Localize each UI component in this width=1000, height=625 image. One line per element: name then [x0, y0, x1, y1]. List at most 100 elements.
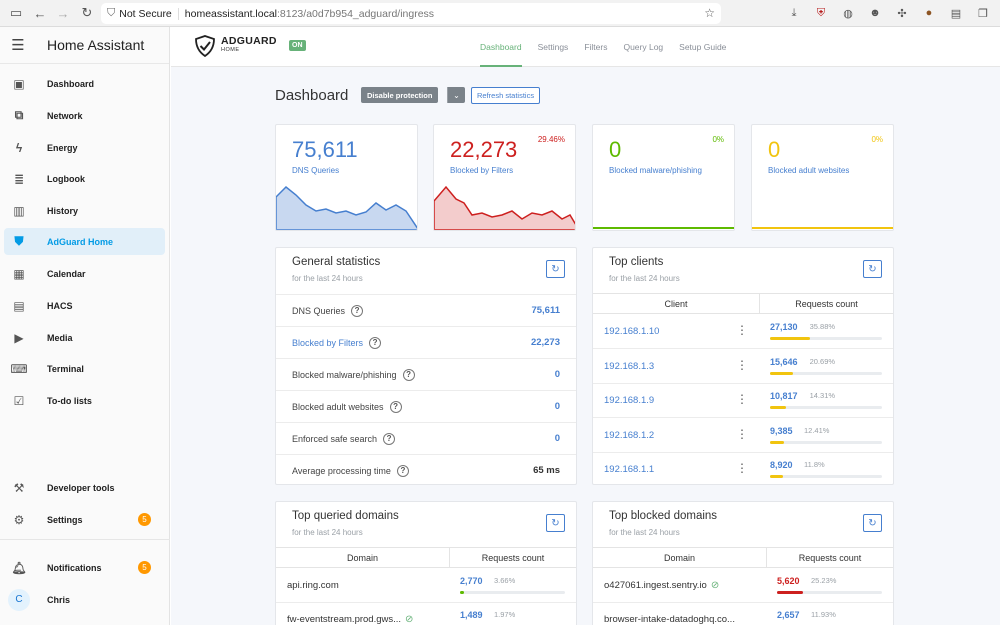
sidebar-item-dashboard[interactable]: ▣ Dashboard — [4, 70, 165, 97]
request-percent: 1.97% — [494, 610, 516, 619]
adguard-logo[interactable]: ADGUARD HOME — [195, 35, 277, 57]
request-count[interactable]: 9,385 — [770, 426, 793, 436]
puzzle-icon[interactable]: ✣ — [893, 4, 911, 22]
sidebar-item-calendar[interactable]: ▦ Calendar — [4, 260, 165, 287]
disable-protection-button[interactable]: Disable protection — [361, 87, 439, 103]
sidebar-item-media[interactable]: ▶ Media — [4, 324, 165, 351]
sidebar-toggle-icon[interactable]: ▭ — [5, 2, 27, 24]
url-text[interactable]: homeassistant.local:8123/a0d7b954_adguar… — [185, 8, 434, 20]
stat-row-value[interactable]: 22,273 — [531, 337, 560, 348]
request-count[interactable]: 10,817 — [770, 391, 798, 401]
progress-bar — [770, 337, 882, 340]
eye-slash-icon[interactable]: ⊘ — [711, 580, 719, 591]
sidebar-item-history[interactable]: ▥ History — [4, 197, 165, 224]
help-icon[interactable]: ? — [396, 464, 409, 477]
domain-text: browser-intake-datadoghq.co... — [604, 614, 735, 625]
refresh-statistics-button[interactable]: Refresh statistics — [471, 87, 541, 104]
request-count[interactable]: 8,920 — [770, 460, 793, 470]
more-options-icon[interactable]: ⋮ — [736, 427, 748, 441]
stat-row-value[interactable]: 0 — [555, 369, 560, 380]
more-options-icon[interactable]: ⋮ — [736, 323, 748, 337]
address-bar[interactable]: ⛉ Not Secure homeassistant.local:8123/a0… — [101, 3, 721, 24]
request-count[interactable]: 27,130 — [770, 322, 798, 332]
extension-cookie-icon[interactable]: ● — [920, 4, 938, 22]
tab-setup-guide[interactable]: Setup Guide — [679, 27, 726, 67]
client-ip-link[interactable]: 192.168.1.3 — [604, 361, 654, 372]
more-options-icon[interactable]: ⋮ — [736, 358, 748, 372]
more-options-icon[interactable]: ⋮ — [736, 461, 748, 475]
tab-dashboard[interactable]: Dashboard — [480, 27, 522, 67]
stat-row-label: Blocked adult websites? — [292, 400, 402, 413]
request-percent: 11.93% — [811, 610, 836, 619]
sidebar-item-settings[interactable]: ⚙ Settings 5 — [4, 506, 165, 533]
request-count[interactable]: 15,646 — [770, 357, 798, 367]
stat-card-blocked-filters: 22,273 Blocked by Filters 29.46% — [433, 124, 576, 231]
help-icon[interactable]: ? — [351, 304, 364, 317]
progress-bar — [770, 406, 882, 409]
stat-row: Blocked adult websites? 0 — [276, 390, 576, 422]
refresh-button[interactable]: ↻ — [546, 514, 565, 532]
copy-icon[interactable]: ❐ — [974, 4, 992, 22]
not-secure-label[interactable]: Not Secure — [119, 7, 179, 20]
tab-settings[interactable]: Settings — [538, 27, 569, 67]
request-percent: 14.31% — [809, 391, 836, 400]
download-icon[interactable]: ⤓ — [785, 4, 803, 22]
sidebar-item-todo[interactable]: ☑ To-do lists — [4, 387, 165, 414]
request-count[interactable]: 5,620 — [777, 576, 800, 586]
client-ip-link[interactable]: 192.168.1.2 — [604, 430, 654, 441]
sidebar-item-network[interactable]: ⧉ Network — [4, 102, 165, 129]
sidebar-item-label: Energy — [47, 142, 78, 153]
stat-row-value[interactable]: 75,611 — [531, 305, 560, 316]
forward-icon[interactable]: → — [52, 2, 74, 24]
sidebar-item-notifications[interactable]: 🔔︎ Notifications 5 — [4, 554, 165, 581]
stat-row-label[interactable]: Blocked by Filters? — [292, 336, 382, 349]
help-icon[interactable]: ? — [389, 400, 402, 413]
extension-globe-icon[interactable]: ◍ — [839, 4, 857, 22]
help-icon[interactable]: ? — [383, 432, 396, 445]
stat-row-value[interactable]: 0 — [555, 401, 560, 412]
stat-row-label: Enforced safe search? — [292, 432, 396, 445]
client-ip-link[interactable]: 192.168.1.10 — [604, 326, 659, 337]
brand-name: ADGUARD — [221, 35, 277, 47]
sidebar-item-logbook[interactable]: ≣ Logbook — [4, 165, 165, 192]
sidebar-item-label: AdGuard Home — [47, 236, 114, 247]
stat-value: 0 — [609, 137, 622, 162]
sidebar-item-hacs[interactable]: ▤ HACS — [4, 292, 165, 319]
disable-options-dropdown[interactable]: ⌄ — [447, 87, 465, 103]
back-icon[interactable]: ← — [29, 2, 51, 24]
help-icon[interactable]: ? — [402, 368, 415, 381]
stat-row-value[interactable]: 0 — [555, 433, 560, 444]
top-clients-card: Top clients for the last 24 hours ↻ Clie… — [592, 247, 894, 485]
sidebar-item-user[interactable]: C Chris — [4, 586, 165, 613]
section-subtitle: for the last 24 hours — [609, 274, 680, 283]
gear-icon: ⚙ — [13, 512, 25, 527]
client-ip-link[interactable]: 192.168.1.1 — [604, 464, 654, 475]
bookmark-star-icon[interactable]: ☆ — [704, 6, 715, 20]
sidebar-item-developer-tools[interactable]: ⚒ Developer tools — [4, 474, 165, 501]
column-header-domain: Domain — [593, 548, 767, 567]
refresh-button[interactable]: ↻ — [863, 260, 882, 278]
menu-icon[interactable]: ☰ — [0, 36, 36, 54]
sidebar-item-label: Media — [47, 332, 73, 343]
eye-slash-icon[interactable]: ⊘ — [405, 614, 413, 625]
refresh-button[interactable]: ↻ — [546, 260, 565, 278]
tab-query-log[interactable]: Query Log — [623, 27, 663, 67]
client-ip-link[interactable]: 192.168.1.9 — [604, 395, 654, 406]
chevron-down-icon: ⌄ — [453, 90, 460, 100]
sidebar-item-terminal[interactable]: ⌨ Terminal — [4, 355, 165, 382]
request-count[interactable]: 2,657 — [777, 610, 800, 620]
tab-filters[interactable]: Filters — [584, 27, 607, 67]
more-options-icon[interactable]: ⋮ — [736, 392, 748, 406]
help-icon[interactable]: ? — [369, 336, 382, 349]
request-count[interactable]: 2,770 — [460, 576, 483, 586]
sidebar-panel-icon[interactable]: ▤ — [947, 4, 965, 22]
refresh-button[interactable]: ↻ — [863, 514, 882, 532]
request-count[interactable]: 1,489 — [460, 610, 483, 620]
sidebar-item-adguard[interactable]: ⛊ AdGuard Home — [4, 228, 165, 255]
ublock-icon[interactable]: ⛨ — [812, 4, 830, 22]
section-title: Top blocked domains — [609, 510, 718, 522]
extension-avatar-icon[interactable]: ☻ — [866, 4, 884, 22]
sidebar-item-energy[interactable]: ϟ Energy — [4, 134, 165, 161]
request-percent: 3.66% — [494, 576, 516, 585]
reload-icon[interactable]: ↻ — [76, 2, 98, 24]
